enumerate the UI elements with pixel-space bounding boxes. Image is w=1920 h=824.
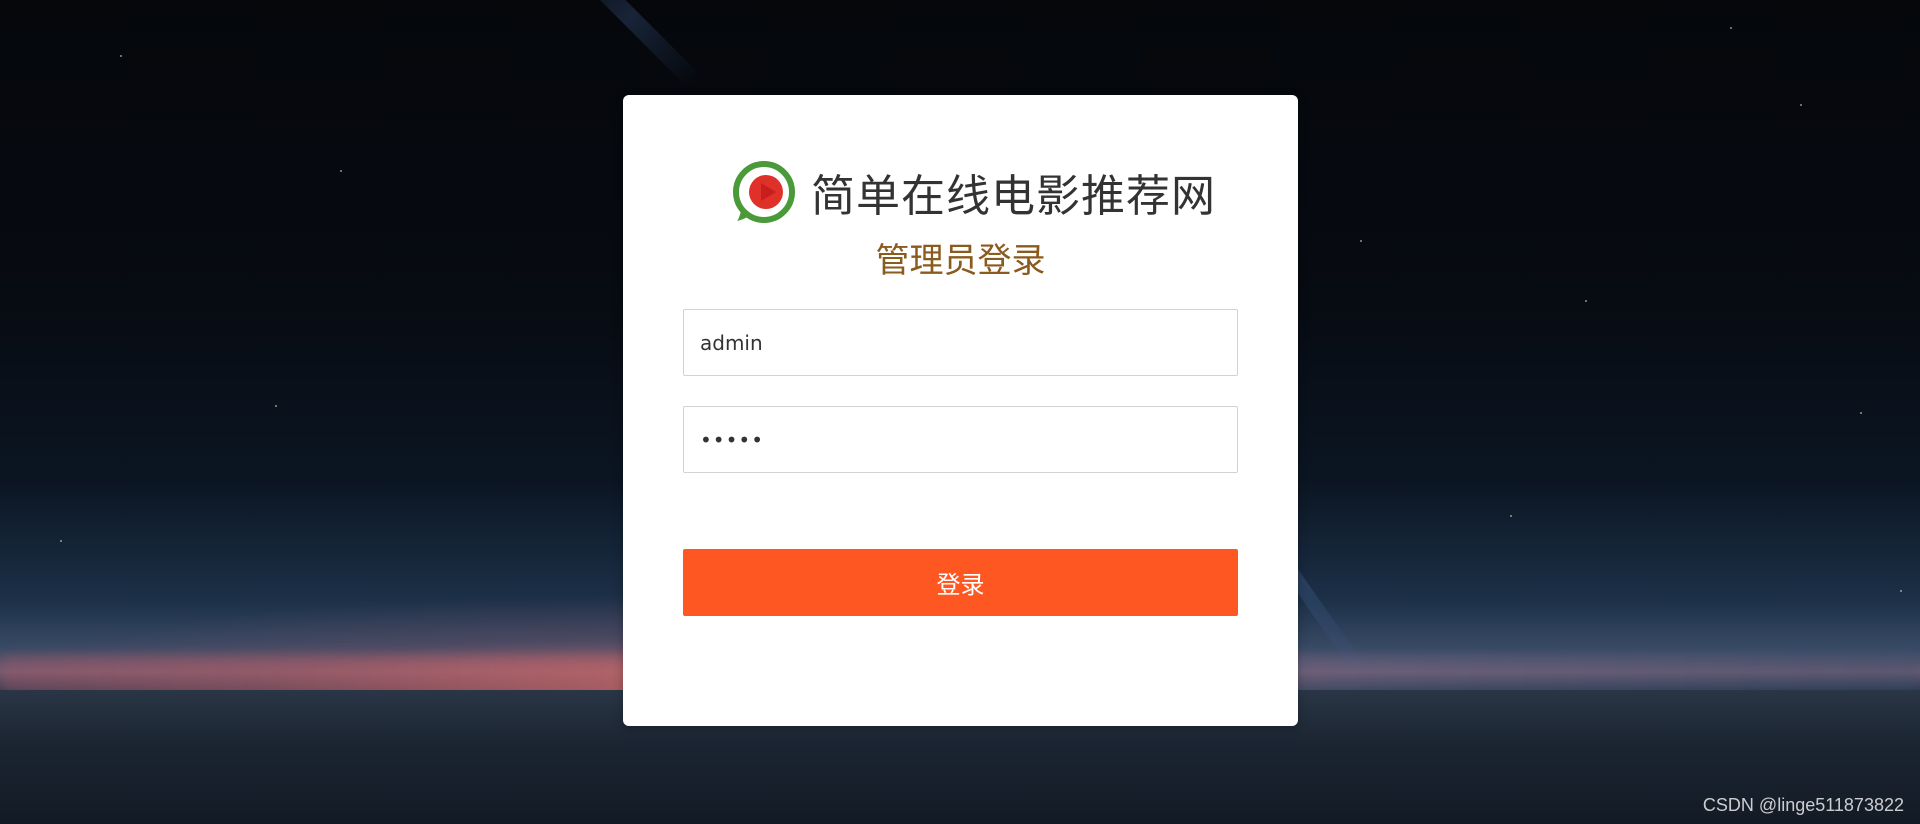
login-heading: 管理员登录 — [875, 241, 1046, 281]
background-star — [1510, 515, 1512, 517]
background-star — [120, 55, 122, 57]
background-star — [1360, 240, 1362, 242]
play-logo-icon — [733, 161, 795, 223]
background-star — [1900, 590, 1902, 592]
login-page: 简单在线电影推荐网 管理员登录 登录 CSDN @linge511873822 — [0, 0, 1920, 824]
username-input[interactable] — [683, 309, 1238, 376]
background-star — [1860, 412, 1862, 414]
site-title: 简单在线电影推荐网 — [811, 171, 1216, 222]
site-brand: 简单在线电影推荐网 — [733, 160, 1215, 224]
background-star — [1585, 300, 1587, 302]
background-star — [1800, 104, 1802, 106]
watermark-text: CSDN @linge511873822 — [1702, 795, 1904, 815]
background-star — [340, 170, 342, 172]
background-star — [1730, 27, 1732, 29]
password-input[interactable] — [683, 406, 1238, 473]
background-star — [275, 405, 277, 407]
background-star — [60, 540, 62, 542]
background-light-streak — [560, 0, 701, 88]
login-button[interactable]: 登录 — [683, 549, 1238, 616]
login-card: 简单在线电影推荐网 管理员登录 登录 — [623, 95, 1298, 726]
